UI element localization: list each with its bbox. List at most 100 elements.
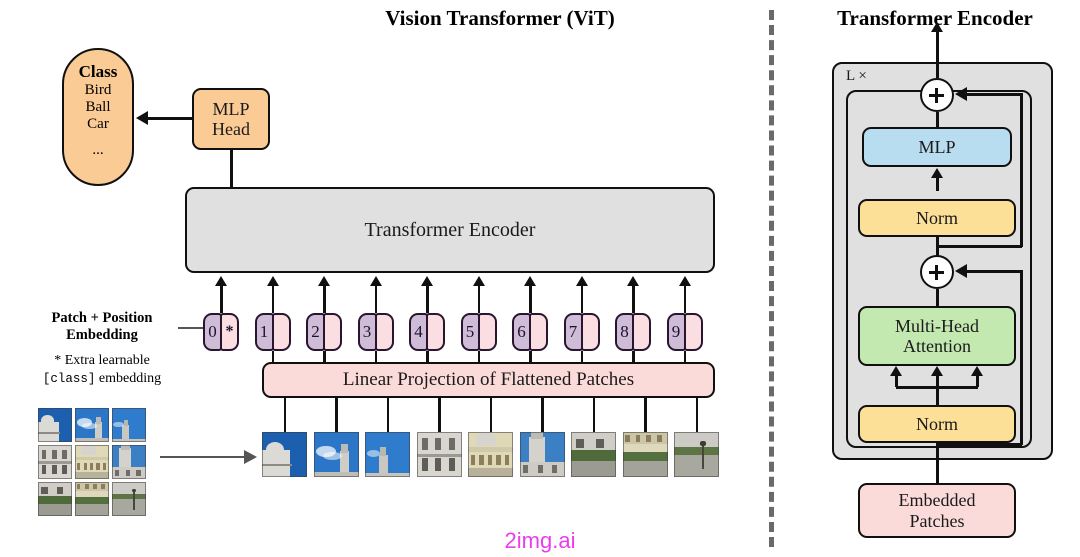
token-to-encoder-arrowhead-3 xyxy=(369,276,382,286)
encoder-mha-line1: Multi-Head xyxy=(895,315,979,336)
page-title-vit: Vision Transformer (ViT) xyxy=(385,6,615,30)
residual-top-tap xyxy=(938,245,1022,248)
residual-add-middle xyxy=(920,255,954,289)
token-embed-pill-6 xyxy=(529,313,548,351)
patch-to-projection-line-2 xyxy=(386,398,389,432)
patch-border xyxy=(112,445,146,479)
flattened-patch-6 xyxy=(571,432,616,477)
grid-to-patches-arrowhead xyxy=(244,450,257,464)
source-image-patch-0 xyxy=(38,408,72,442)
embedded-patches-line1: Embedded xyxy=(898,490,976,511)
token-embed-pill-5 xyxy=(477,313,497,351)
source-image-patch-4 xyxy=(75,445,109,479)
token-0: 0 * xyxy=(203,313,239,351)
class-item-ball: Ball xyxy=(85,99,111,115)
extra-learnable-line1: * Extra learnable xyxy=(54,353,150,368)
token-embed-pill-2 xyxy=(323,313,342,351)
patch-border xyxy=(519,432,565,477)
token-to-encoder-stem-6 xyxy=(529,285,532,313)
patch-border xyxy=(468,432,513,477)
token-to-encoder-arrowhead-0 xyxy=(215,276,227,286)
token-8: 8 xyxy=(615,313,651,351)
mlphead-to-class-arrowhead xyxy=(136,111,148,125)
token-to-encoder-arrowhead-6 xyxy=(524,276,536,286)
encoder-norm1-label: Norm xyxy=(916,413,958,434)
source-image-patch-8 xyxy=(112,482,146,516)
transformer-encoder-label: Transformer Encoder xyxy=(364,218,536,241)
patch-border xyxy=(75,408,109,442)
flattened-patch-4 xyxy=(468,432,513,477)
patch-position-line1: Patch + Position xyxy=(51,310,153,326)
patch-border xyxy=(622,432,668,477)
encoder-norm2-label: Norm xyxy=(916,207,958,228)
class-ellipsis: ... xyxy=(92,142,104,158)
attention-arrow-left-head xyxy=(890,366,902,376)
token-embed-pill-9 xyxy=(683,313,703,351)
patch-border xyxy=(38,445,72,479)
residual-top-arrowhead xyxy=(955,87,967,101)
token-7: 7 xyxy=(563,313,600,351)
extra-learnable-line2: [class] embedding xyxy=(14,370,190,388)
linear-projection-label: Linear Projection of Flattened Patches xyxy=(342,369,635,391)
flattened-patch-8 xyxy=(674,432,719,477)
patch-border xyxy=(674,432,719,477)
mlp-head-line2: Head xyxy=(212,119,250,139)
token-to-encoder-stem-1 xyxy=(271,285,274,313)
token-embed-pill-7 xyxy=(580,313,600,351)
vit-architecture-diagram: Vision Transformer (ViT) Transformer Enc… xyxy=(0,0,1080,557)
patch-to-projection-line-7 xyxy=(644,398,647,432)
token-to-encoder-stem-5 xyxy=(477,285,480,313)
flattened-patch-7 xyxy=(622,432,668,477)
token-4: 4 xyxy=(409,313,445,351)
patch-border xyxy=(112,482,146,516)
norm2-to-mlp-arrowhead xyxy=(931,168,943,178)
class-token-mono: [class] xyxy=(42,371,96,386)
encoder-norm1-block: Norm xyxy=(858,405,1016,443)
flattened-patch-3 xyxy=(416,432,462,477)
token-to-encoder-arrowhead-2 xyxy=(318,276,330,286)
token-index-pill-9: 9 xyxy=(666,313,686,351)
patch-border xyxy=(365,432,410,477)
token-5: 5 xyxy=(460,313,497,351)
token-to-encoder-stem-2 xyxy=(323,285,326,313)
extra-learnable-note: * Extra learnable [class] embedding xyxy=(14,352,190,387)
flattened-patch-2 xyxy=(365,432,410,477)
token-index-pill-5: 5 xyxy=(460,313,480,351)
patch-to-projection-line-5 xyxy=(541,398,544,432)
class-output-oval: Class Bird Ball Car ... xyxy=(62,48,134,186)
mlp-head-line1: MLP xyxy=(212,98,250,119)
token-to-encoder-arrowhead-4 xyxy=(421,276,433,286)
label-to-token-line xyxy=(178,327,206,329)
encoder-mlp-block: MLP xyxy=(862,127,1012,167)
residual-mid-tap xyxy=(938,443,1022,446)
encoder-multihead-attention-block: Multi-Head Attention xyxy=(858,306,1016,366)
linear-projection-block: Linear Projection of Flattened Patches xyxy=(262,362,715,398)
class-item-bird: Bird xyxy=(84,82,112,98)
flattened-patch-5 xyxy=(519,432,565,477)
mlp-to-add-line xyxy=(936,112,939,128)
attention-arrow-mid-head xyxy=(931,366,943,376)
token-2: 2 xyxy=(306,313,342,351)
token-embed-pill-1 xyxy=(271,313,291,351)
patch-to-projection-line-4 xyxy=(489,398,492,432)
token-embed-pill-8 xyxy=(632,313,651,351)
token-to-encoder-arrowhead-1 xyxy=(266,276,279,286)
residual-top-horizontal xyxy=(960,93,1022,96)
token-1: 1 xyxy=(254,313,291,351)
token-index-pill-7: 7 xyxy=(563,313,583,351)
source-image-patch-3 xyxy=(38,445,72,479)
source-image-patch-2 xyxy=(112,408,146,442)
token-to-encoder-stem-7 xyxy=(580,285,583,313)
patch-border xyxy=(38,408,72,442)
patch-to-projection-line-0 xyxy=(283,398,286,432)
patch-to-projection-line-1 xyxy=(335,398,338,432)
source-image-patch-7 xyxy=(75,482,109,516)
patch-position-embedding-label: Patch + Position Embedding xyxy=(18,310,186,345)
patch-border xyxy=(112,408,146,442)
flattened-patch-0 xyxy=(262,432,307,477)
token-to-encoder-arrowhead-7 xyxy=(575,276,588,286)
token-to-encoder-arrowhead-5 xyxy=(472,276,485,286)
patch-border xyxy=(75,445,109,479)
class-item-car: Car xyxy=(87,116,109,132)
encoder-output-line xyxy=(936,30,939,78)
